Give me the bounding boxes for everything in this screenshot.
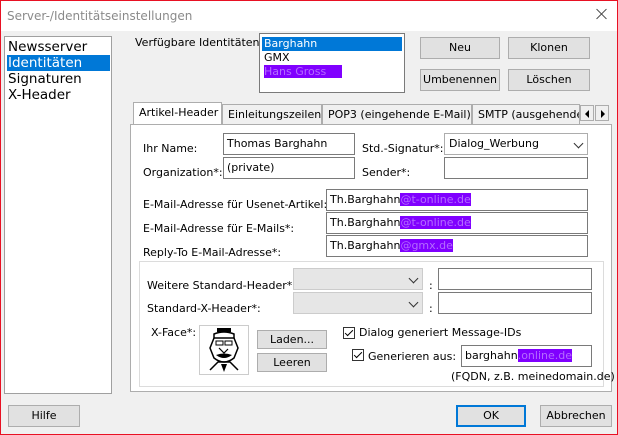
email-value: Th.Barghahn — [330, 216, 401, 229]
sender-input[interactable] — [444, 157, 588, 179]
reply-to-input[interactable]: Th.Barghahn@gmx.de — [326, 235, 588, 257]
face-icon — [209, 328, 239, 372]
ok-button[interactable]: OK — [456, 405, 526, 427]
usenet-email-label: E-Mail-Adresse für Usenet-Artikel: — [143, 198, 328, 211]
x-header-input[interactable] — [438, 292, 592, 314]
redacted-text: @t-online.de — [400, 193, 471, 206]
name-input[interactable]: Thomas Barghahn — [223, 133, 355, 155]
arrow-right-icon — [601, 110, 605, 118]
redacted-text: @gmx.de — [400, 239, 453, 252]
message-id-label: Dialog generiert Message-IDs — [359, 326, 522, 339]
identities-label: Verfügbare Identitäten: — [135, 36, 264, 49]
organization-label: Organization*: — [143, 166, 223, 179]
clear-face-button[interactable]: Leeren — [257, 353, 327, 372]
sender-label: Sender*: — [362, 166, 411, 179]
colon-separator: : — [429, 279, 433, 292]
signature-select[interactable]: Dialog_Werbung — [444, 133, 588, 155]
title-bar: Server-/Identitätseinstellungen — [1, 1, 617, 31]
close-icon[interactable] — [595, 7, 609, 21]
message-id-checkbox[interactable] — [343, 327, 355, 339]
help-button[interactable]: Hilfe — [8, 405, 80, 427]
redacted-text: @t-online.de — [400, 216, 471, 229]
reply-to-label: Reply-To E-Mail-Adresse*: — [143, 246, 282, 259]
x-header-select[interactable] — [293, 292, 423, 314]
name-label: Ihr Name: — [143, 142, 198, 155]
category-list[interactable]: Newsserver Identitäten Signaturen X-Head… — [4, 36, 112, 394]
organization-input[interactable]: (private) — [223, 157, 355, 179]
generate-label: Generieren aus: — [368, 350, 457, 363]
new-button[interactable]: Neu — [420, 37, 500, 59]
rename-button[interactable]: Umbenennen — [420, 69, 500, 91]
nav-item-newsserver[interactable]: Newsserver — [7, 39, 110, 55]
more-headers-select[interactable] — [293, 268, 423, 290]
fqdn-hint: (FQDN, z.B. meinedomain.de) — [451, 370, 615, 383]
redacted-text: Hans Gross — [264, 65, 342, 78]
generate-value: barghahn — [465, 349, 518, 362]
identity-item[interactable]: Barghahn — [262, 37, 402, 51]
more-headers-label: Weitere Standard-Header*: — [147, 279, 296, 292]
identity-item[interactable]: Hans Gross — [262, 65, 342, 79]
tab-scroll-left[interactable] — [580, 105, 594, 121]
chevron-down-icon — [408, 297, 419, 308]
more-headers-input[interactable] — [438, 268, 592, 290]
tab-pop3[interactable]: POP3 (eingehende E-Mail) — [322, 104, 472, 124]
load-face-button[interactable]: Laden... — [257, 330, 327, 349]
x-face-image — [199, 325, 249, 375]
tab-intro-lines[interactable]: Einleitungszeilen — [222, 104, 322, 124]
chevron-down-icon — [573, 138, 584, 149]
tab-smtp[interactable]: SMTP (ausgehende — [472, 104, 580, 124]
window-title: Server-/Identitätseinstellungen — [7, 9, 193, 23]
chevron-down-icon — [408, 273, 419, 284]
reply-to-value: Th.Barghahn — [330, 239, 401, 252]
tab-scroll-right[interactable] — [595, 105, 609, 121]
delete-button[interactable]: Löschen — [508, 69, 590, 91]
tab-article-header[interactable]: Artikel-Header — [133, 102, 222, 124]
clone-button[interactable]: Klonen — [508, 37, 590, 59]
generate-checkbox[interactable] — [352, 349, 364, 361]
identities-list[interactable]: Barghahn GMX Hans Gross — [259, 33, 405, 93]
email-input[interactable]: Th.Barghahn@t-online.de — [326, 212, 588, 234]
email-label: E-Mail-Adresse für E-Mails*: — [143, 222, 295, 235]
nav-item-identities[interactable]: Identitäten — [7, 55, 110, 71]
cancel-button[interactable]: Abbrechen — [540, 405, 612, 427]
generate-input[interactable]: barghahn.online.de — [461, 345, 592, 367]
signature-value: Dialog_Werbung — [449, 137, 539, 150]
usenet-email-value: Th.Barghahn — [330, 193, 401, 206]
redacted-text: .online.de — [517, 349, 572, 362]
colon-separator: : — [429, 302, 433, 315]
nav-item-x-header[interactable]: X-Header — [7, 87, 110, 103]
x-face-label: X-Face*: — [151, 326, 197, 339]
identity-item[interactable]: GMX — [262, 51, 402, 65]
usenet-email-input[interactable]: Th.Barghahn@t-online.de — [326, 189, 588, 211]
signature-label: Std.-Signatur*: — [362, 142, 444, 155]
x-header-label: Standard-X-Header*: — [147, 302, 261, 315]
arrow-left-icon — [585, 110, 589, 118]
nav-item-signatures[interactable]: Signaturen — [7, 71, 110, 87]
